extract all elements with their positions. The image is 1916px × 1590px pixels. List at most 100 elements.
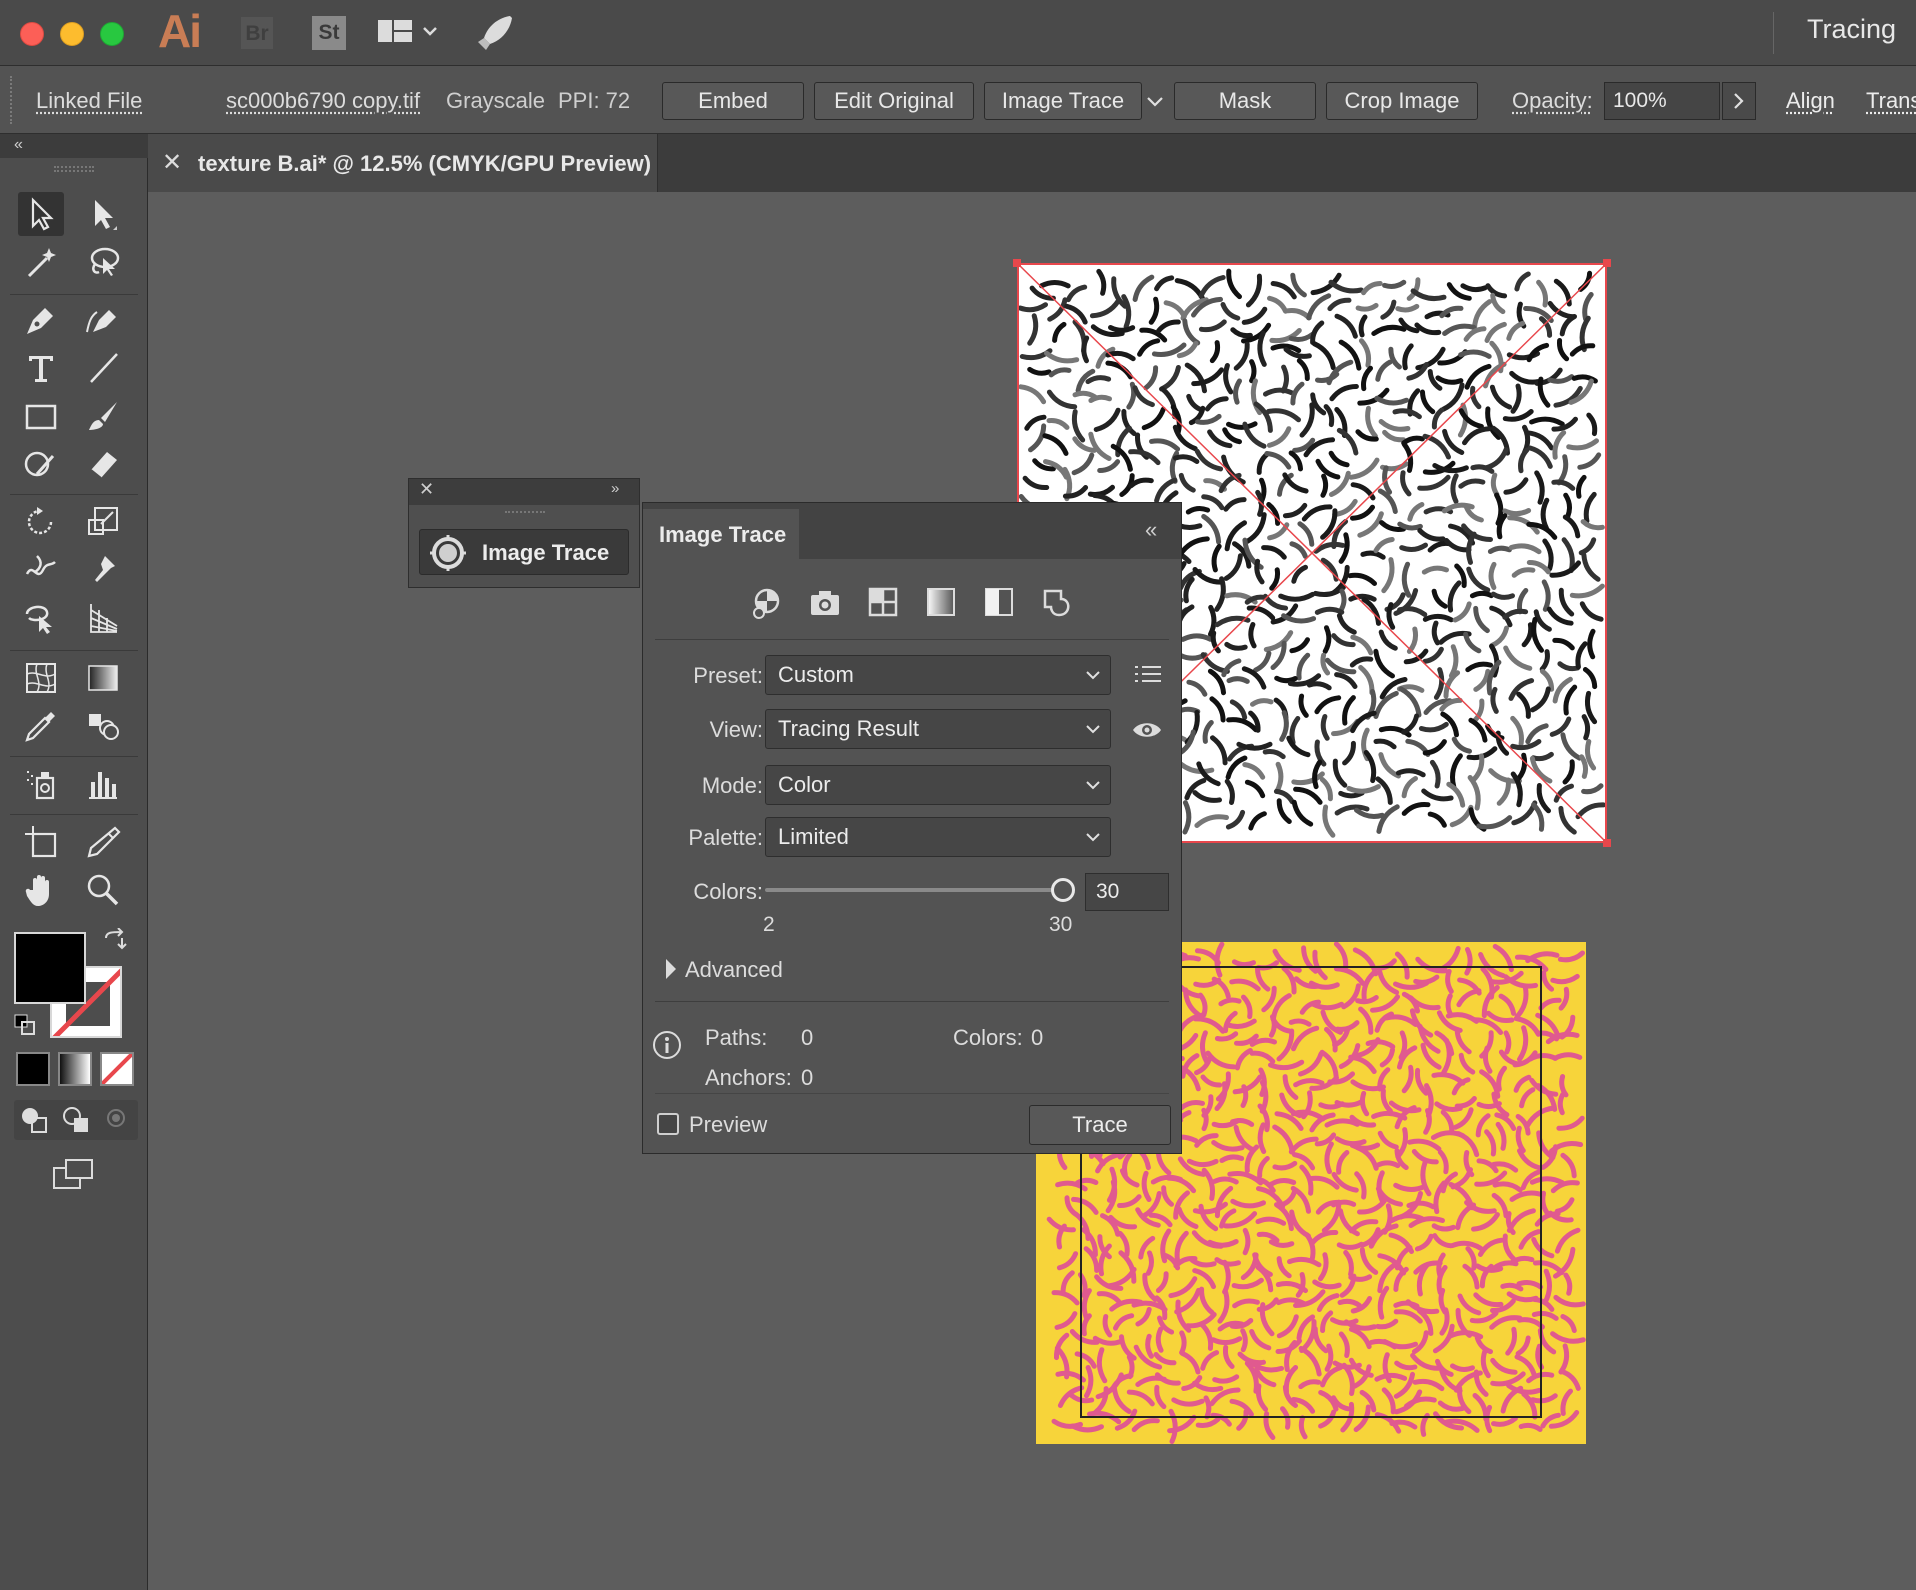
zoom-icon <box>85 872 121 908</box>
embed-button[interactable]: Embed <box>662 82 804 120</box>
view-original-button[interactable] <box>1131 717 1163 748</box>
eyedropper-tool[interactable] <box>18 704 64 748</box>
color-mode-button[interactable] <box>16 1052 50 1086</box>
close-tab-icon[interactable]: ✕ <box>162 148 182 177</box>
gradient-mode-button[interactable] <box>58 1052 92 1086</box>
fill-swatch-front[interactable] <box>14 932 86 1004</box>
type-tool[interactable] <box>18 346 64 390</box>
scale-tool[interactable] <box>80 500 126 544</box>
tools-panel-grip[interactable] <box>54 166 94 172</box>
expand-panels-icon[interactable]: » <box>611 480 619 497</box>
selection-handle[interactable] <box>1013 259 1021 267</box>
control-bar-grip[interactable] <box>10 76 14 124</box>
document-tab-title: texture B.ai* @ 12.5% (CMYK/GPU Preview) <box>198 151 651 177</box>
opacity-popup-button[interactable] <box>1722 82 1756 120</box>
shaper-tool[interactable] <box>18 442 64 486</box>
document-tab[interactable]: ✕ texture B.ai* @ 12.5% (CMYK/GPU Previe… <box>148 134 658 192</box>
zoom-tool[interactable] <box>80 868 126 912</box>
mask-button[interactable]: Mask <box>1174 82 1316 120</box>
perspective-grid-tool[interactable] <box>80 596 126 640</box>
draw-normal-button[interactable] <box>18 1104 52 1141</box>
change-screen-mode-button[interactable] <box>52 1156 96 1197</box>
grayscale-icon <box>921 583 961 623</box>
free-transform-icon <box>23 600 59 636</box>
rectangle-tool[interactable] <box>18 394 64 438</box>
manage-presets-button[interactable] <box>1133 661 1163 694</box>
default-fill-stroke-button[interactable] <box>14 1014 36 1041</box>
collapse-panel-icon[interactable]: « <box>1145 517 1157 543</box>
palette-dropdown[interactable]: Limited <box>765 817 1111 857</box>
panel-grip[interactable] <box>505 511 545 516</box>
slice-icon <box>85 824 121 860</box>
image-trace-dropdown[interactable] <box>1144 82 1166 120</box>
workspace-switcher[interactable]: Tracing <box>1807 14 1896 45</box>
low-color-preset-button[interactable] <box>863 583 911 623</box>
image-trace-button[interactable]: Image Trace <box>984 82 1142 120</box>
direct-selection-tool[interactable] <box>80 192 126 236</box>
stock-button[interactable]: St <box>312 16 346 50</box>
draw-inside-button[interactable] <box>102 1104 136 1141</box>
colors-slider-thumb[interactable] <box>1051 878 1075 902</box>
transform-link[interactable]: Trans <box>1866 88 1916 114</box>
linked-file-link[interactable]: Linked File <box>36 88 142 114</box>
opacity-label[interactable]: Opacity: <box>1512 88 1593 114</box>
blend-tool[interactable] <box>80 704 126 748</box>
grayscale-preset-button[interactable] <box>921 583 969 623</box>
view-dropdown[interactable]: Tracing Result <box>765 709 1111 749</box>
advanced-disclosure[interactable]: Advanced <box>663 955 923 987</box>
preview-checkbox[interactable] <box>657 1113 679 1135</box>
close-window-button[interactable] <box>20 22 44 46</box>
maximize-window-button[interactable] <box>100 22 124 46</box>
image-trace-panel-button[interactable]: Image Trace <box>419 529 629 575</box>
mesh-icon <box>23 660 59 696</box>
file-name-link[interactable]: sc000b6790 copy.tif <box>226 88 420 114</box>
eraser-tool[interactable] <box>80 442 126 486</box>
magic-wand-tool[interactable] <box>18 240 64 284</box>
draw-behind-button[interactable] <box>60 1104 94 1141</box>
gradient-tool[interactable] <box>80 656 126 700</box>
crop-image-button[interactable]: Crop Image <box>1326 82 1478 120</box>
gpu-performance-button[interactable] <box>476 12 516 57</box>
bridge-button[interactable]: Br <box>240 16 274 50</box>
collapsed-panel-header[interactable]: ✕ » <box>409 479 639 505</box>
mesh-tool[interactable] <box>18 656 64 700</box>
free-transform-tool[interactable] <box>18 596 64 640</box>
slice-tool[interactable] <box>80 820 126 864</box>
puppet-warp-tool[interactable] <box>80 548 126 592</box>
opacity-input[interactable]: 100% <box>1604 82 1720 120</box>
rotate-tool[interactable] <box>18 500 64 544</box>
selection-tool[interactable] <box>18 192 64 236</box>
hand-tool[interactable] <box>18 868 64 912</box>
artboard-tool[interactable] <box>18 820 64 864</box>
outline-preset-button[interactable] <box>1037 583 1085 623</box>
pen-tool[interactable] <box>18 298 64 342</box>
lasso-tool[interactable] <box>80 240 126 284</box>
line-segment-tool[interactable] <box>80 346 126 390</box>
paintbrush-tool[interactable] <box>80 394 126 438</box>
curvature-tool[interactable] <box>80 298 126 342</box>
arrange-documents-button[interactable] <box>378 18 442 53</box>
trace-button[interactable]: Trace <box>1029 1105 1171 1145</box>
image-trace-tab[interactable]: Image Trace <box>643 509 799 559</box>
selection-handle[interactable] <box>1603 259 1611 267</box>
column-graph-tool[interactable] <box>80 762 126 806</box>
collapse-panel-icon[interactable]: « <box>14 136 23 154</box>
high-color-preset-button[interactable] <box>805 583 853 623</box>
black-and-white-preset-button[interactable] <box>979 583 1027 623</box>
colors-slider-track[interactable] <box>765 888 1063 892</box>
anchors-label: Anchors: <box>705 1065 792 1091</box>
swap-fill-stroke-button[interactable] <box>102 928 128 959</box>
column-graph-icon <box>85 766 121 802</box>
close-icon[interactable]: ✕ <box>419 479 434 500</box>
none-mode-button[interactable] <box>100 1052 134 1086</box>
edit-original-button[interactable]: Edit Original <box>814 82 974 120</box>
preset-dropdown[interactable]: Custom <box>765 655 1111 695</box>
auto-color-preset-button[interactable] <box>747 583 795 623</box>
symbol-sprayer-tool[interactable] <box>18 762 64 806</box>
mode-dropdown[interactable]: Color <box>765 765 1111 805</box>
minimize-window-button[interactable] <box>60 22 84 46</box>
warp-tool[interactable] <box>18 548 64 592</box>
align-link[interactable]: Align <box>1786 88 1835 114</box>
selection-handle[interactable] <box>1603 839 1611 847</box>
colors-input[interactable]: 30 <box>1085 873 1169 911</box>
